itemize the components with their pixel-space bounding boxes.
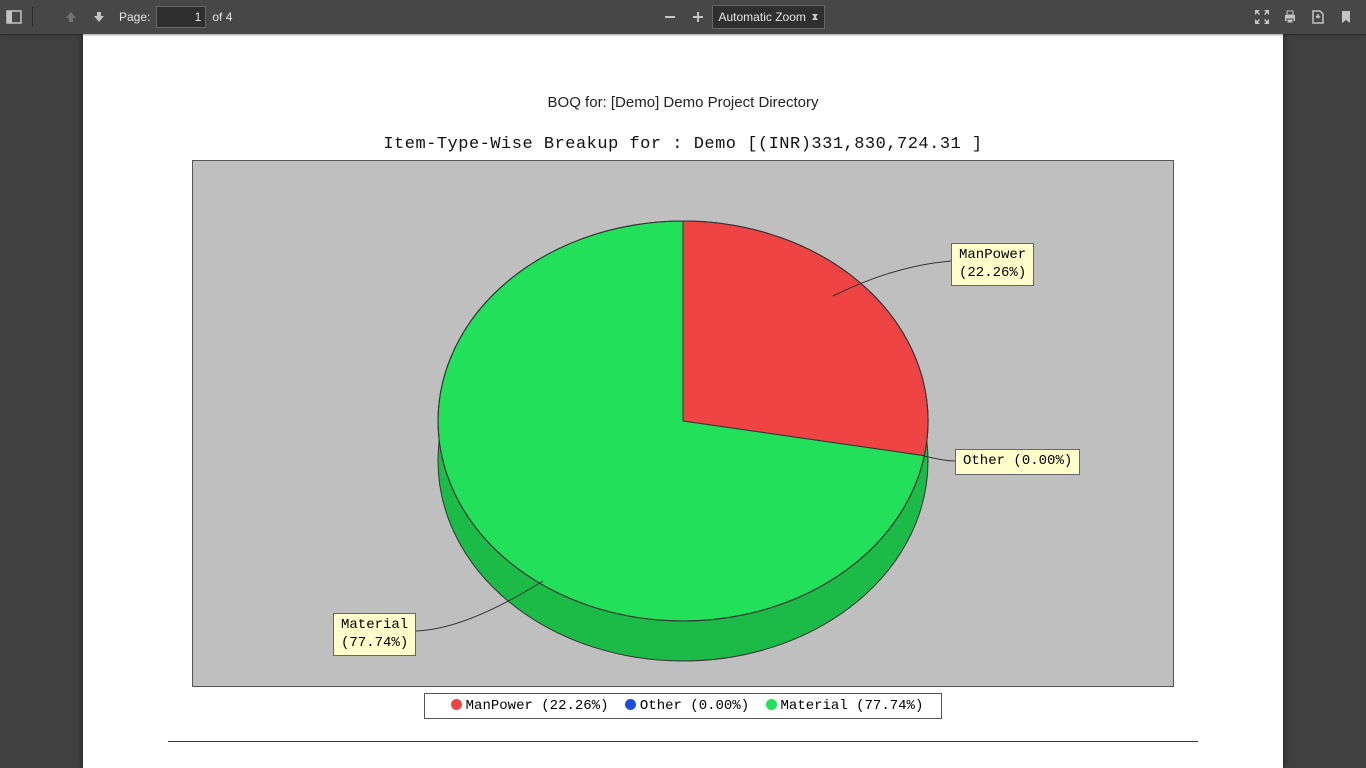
pie-label-other: Other (0.00%) [955, 449, 1080, 475]
divider [168, 741, 1198, 742]
pie-label-manpower: ManPower(22.26%) [951, 243, 1034, 286]
legend-text: Other (0.00%) [640, 698, 749, 714]
page-label: Page: [119, 10, 150, 24]
fullscreen-icon[interactable] [1248, 3, 1276, 31]
zoom-select-label: Automatic Zoom [719, 10, 806, 24]
sidebar-toggle-icon[interactable] [0, 3, 28, 31]
pdf-viewer[interactable]: BOQ for: [Demo] Demo Project Directory I… [0, 34, 1366, 768]
page-total: of 4 [212, 10, 232, 24]
zoom-in-icon[interactable] [684, 3, 712, 31]
zoom-out-icon[interactable] [656, 3, 684, 31]
print-icon[interactable] [1276, 3, 1304, 31]
legend-dot-other [625, 699, 636, 710]
zoom-select[interactable]: Automatic Zoom [712, 5, 825, 29]
pie-chart: ManPower(22.26%) Other (0.00%) Material(… [192, 160, 1174, 687]
bookmark-icon[interactable] [1332, 3, 1360, 31]
pdf-page: BOQ for: [Demo] Demo Project Directory I… [83, 34, 1283, 768]
page-number-input[interactable] [156, 6, 206, 28]
legend-text: ManPower (22.26%) [466, 698, 609, 714]
legend-dot-material [766, 699, 777, 710]
prev-page-icon[interactable] [57, 3, 85, 31]
legend-text: Material (77.74%) [781, 698, 924, 714]
next-page-icon[interactable] [85, 3, 113, 31]
pie-label-material: Material(77.74%) [333, 613, 416, 656]
chart-title: Item-Type-Wise Breakup for : Demo [(INR)… [123, 135, 1243, 154]
doc-title: BOQ for: [Demo] Demo Project Directory [123, 94, 1243, 111]
legend-dot-manpower [451, 699, 462, 710]
pie-slice-manpower [683, 221, 928, 456]
download-icon[interactable] [1304, 3, 1332, 31]
chart-legend: ManPower (22.26%) Other (0.00%) Material… [424, 693, 942, 719]
pdf-toolbar: Page: of 4 Automatic Zoom [0, 0, 1366, 34]
